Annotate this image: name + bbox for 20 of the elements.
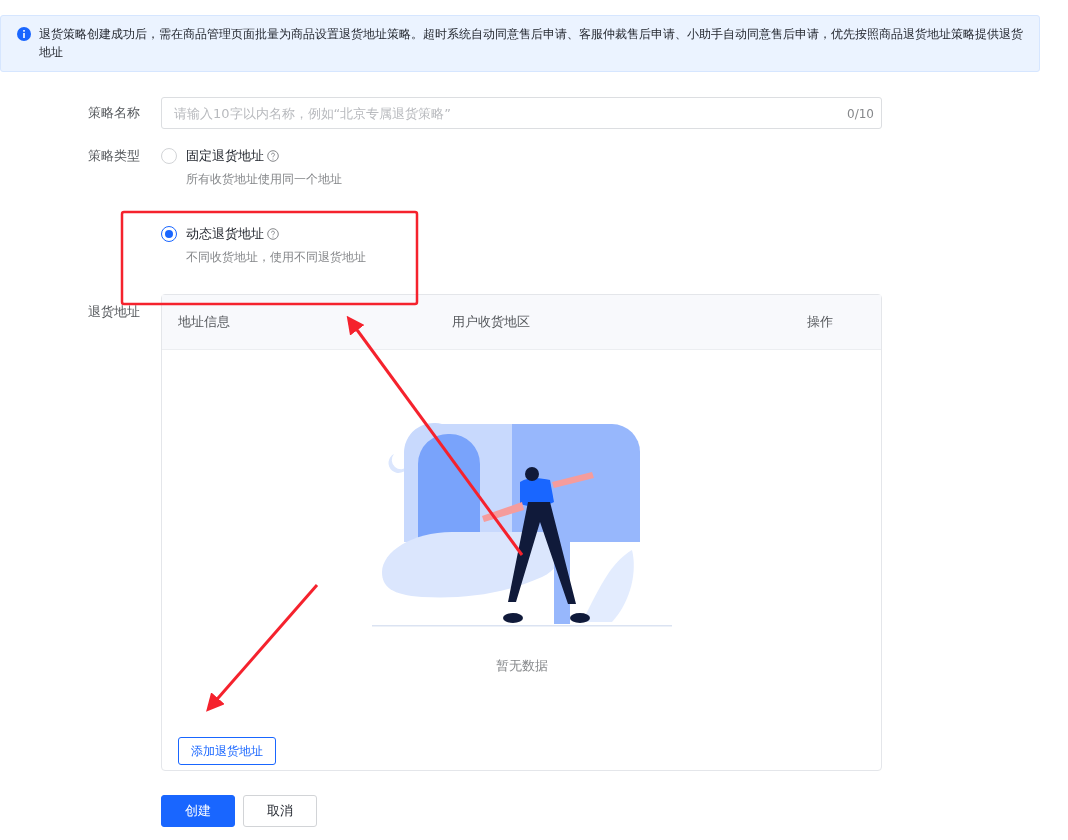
empty-state-text: 暂无数据 [495, 657, 548, 675]
help-icon[interactable] [267, 228, 279, 240]
option-hint: 不同收货地址，使用不同退货地址 [186, 249, 366, 266]
option-label[interactable]: 固定退货地址 [186, 148, 264, 164]
help-icon[interactable] [267, 150, 279, 162]
character-counter: 0/10 [847, 106, 874, 123]
field-label: 退货地址 [88, 303, 141, 321]
create-button[interactable]: 创建 [161, 795, 235, 827]
field-label: 策略类型 [88, 147, 141, 165]
field-label: 策略名称 [88, 104, 141, 122]
info-icon [17, 27, 31, 41]
add-address-button[interactable]: 添加退货地址 [178, 736, 276, 765]
notice-text: 退货策略创建成功后，需在商品管理页面批量为商品设置退货地址策略。超时系统自动同意售后申请、客服仲裁售后申请、小助手自动同意售后申请，优先按照商品退货地址策略提供退货地址 [39, 26, 1024, 61]
column-header: 操作 [807, 313, 834, 332]
column-header: 用户收货地区 [452, 313, 531, 332]
option-hint: 所有收货地址使用同一个地址 [186, 171, 342, 188]
option-label[interactable]: 动态退货地址 [186, 226, 264, 242]
cancel-button[interactable]: 取消 [243, 795, 317, 827]
radio-button[interactable] [161, 226, 177, 242]
column-header: 地址信息 [178, 313, 231, 332]
